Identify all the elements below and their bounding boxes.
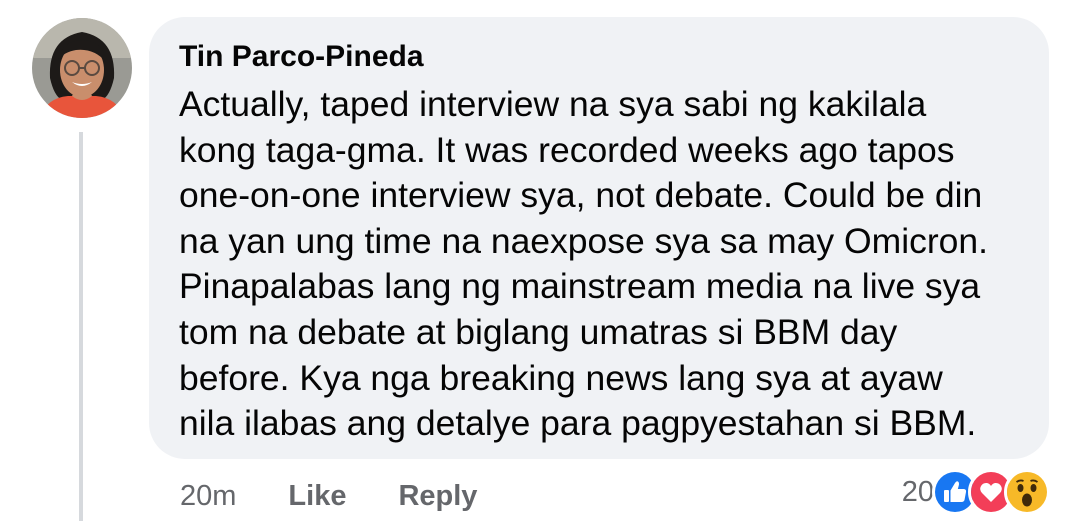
reaction-count: 20 <box>901 475 934 508</box>
avatar-photo <box>32 18 132 118</box>
like-button[interactable]: Like <box>288 480 346 513</box>
thread-line <box>79 132 83 521</box>
comment-text: Actually, taped interview na sya sabi ng… <box>179 84 989 444</box>
avatar[interactable] <box>32 18 132 118</box>
reply-button[interactable]: Reply <box>398 480 477 513</box>
comment-thread: Tin Parco-Pineda Actually, taped intervi… <box>0 0 1080 521</box>
comment-author[interactable]: Tin Parco-Pineda <box>179 39 1019 75</box>
comment-actions: 20m Like Reply <box>180 476 477 516</box>
reaction-summary[interactable]: 20 <box>902 468 1050 516</box>
comment-timestamp[interactable]: 20m <box>180 480 236 513</box>
comment-bubble: Tin Parco-Pineda Actually, taped intervi… <box>149 17 1049 459</box>
wow-icon <box>1004 469 1050 515</box>
